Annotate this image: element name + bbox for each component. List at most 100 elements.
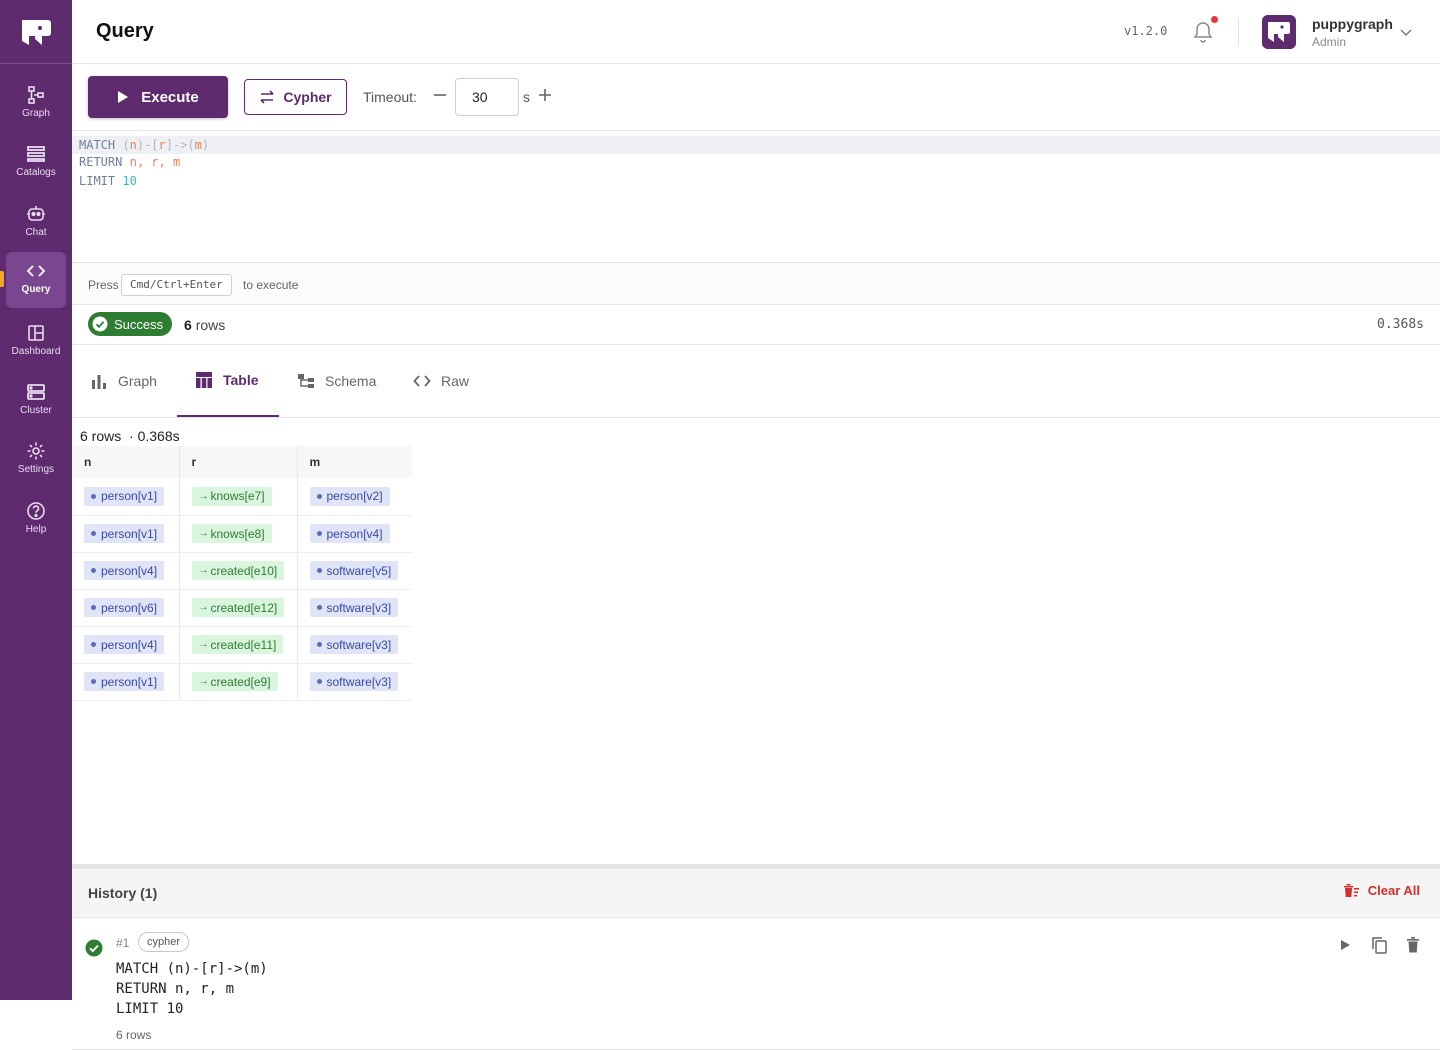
sidebar-item-help[interactable]: Help xyxy=(6,492,66,548)
edge-chip[interactable]: → created[e12] xyxy=(191,598,285,617)
node-chip[interactable]: person[v4] xyxy=(84,561,165,580)
node-chip[interactable]: software[v3] xyxy=(309,635,399,654)
history-rows-count: 6 rows xyxy=(116,1028,152,1042)
user-role: Admin xyxy=(1312,35,1347,49)
table-cell: person[v1] xyxy=(72,515,180,553)
trash-icon[interactable] xyxy=(1404,936,1422,954)
table-row[interactable]: person[v1] → knows[e8] person[v4] xyxy=(72,515,412,553)
arrow-right-icon: → xyxy=(198,565,209,576)
dashboard-icon xyxy=(28,325,44,341)
table-cell: software[v3] xyxy=(297,589,412,627)
sidebar-item-chat[interactable]: Chat xyxy=(6,195,66,251)
table-row[interactable]: person[v4] → created[e10] software[v5] xyxy=(72,552,412,590)
node-dot-icon xyxy=(316,679,322,684)
minus-icon[interactable] xyxy=(431,86,449,104)
top-header: Query v1.2.0 puppygraph Admin xyxy=(72,0,1440,64)
node-chip[interactable]: person[v1] xyxy=(84,672,165,691)
editor-line-2: RETURN n, r, m xyxy=(79,155,181,169)
language-toggle-button[interactable]: Cypher xyxy=(244,79,347,115)
node-chip[interactable]: software[v3] xyxy=(309,672,399,691)
column-header-n[interactable]: n xyxy=(72,446,180,478)
check-circle-icon xyxy=(85,939,103,957)
edge-chip[interactable]: → knows[e8] xyxy=(191,524,272,543)
node-dot-icon xyxy=(91,568,96,573)
delete-sweep-icon xyxy=(1343,884,1359,897)
node-chip[interactable]: software[v5] xyxy=(309,561,399,580)
node-dot-icon xyxy=(91,493,96,499)
node-chip[interactable]: person[v2] xyxy=(309,486,390,506)
edge-chip[interactable]: → knows[e7] xyxy=(191,486,272,506)
node-chip[interactable]: person[v6] xyxy=(84,598,165,617)
result-tabs: Graph Table Schema Raw xyxy=(72,345,1440,418)
timeout-unit: s xyxy=(523,89,530,105)
tab-table[interactable]: Table xyxy=(177,345,279,417)
clear-all-button[interactable]: Clear All xyxy=(1343,883,1420,898)
chevron-down-icon[interactable] xyxy=(1399,25,1413,39)
clear-all-label: Clear All xyxy=(1367,883,1420,898)
user-name[interactable]: puppygraph xyxy=(1312,16,1393,32)
node-dot-icon xyxy=(316,642,322,647)
chat-bot-icon xyxy=(27,206,45,221)
table-row[interactable]: person[v4] → created[e11] software[v3] xyxy=(72,626,412,664)
table-cell: person[v2] xyxy=(297,478,412,516)
node-dot-icon xyxy=(316,493,322,499)
node-chip[interactable]: person[v4] xyxy=(84,635,165,654)
sidebar: Graph Catalogs Chat Query Dashboard Clus… xyxy=(0,0,72,1000)
timeout-label: Timeout: xyxy=(363,89,417,105)
table-cell: → knows[e7] xyxy=(179,478,298,516)
sidebar-item-label: Query xyxy=(21,284,51,295)
execute-button[interactable]: Execute xyxy=(88,76,228,118)
history-title: History (1) xyxy=(88,885,158,901)
history-item[interactable]: #1 cypher MATCH (n)-[r]->(m) RETURN n, r,… xyxy=(72,918,1440,1050)
editor-line-1: MATCH (n)-[r]->(m) xyxy=(79,138,210,152)
node-dot-icon xyxy=(316,605,322,610)
table-row[interactable]: person[v1] → knows[e7] person[v2] xyxy=(72,478,412,516)
edge-chip[interactable]: → created[e11] xyxy=(191,635,284,654)
table-row[interactable]: person[v1] → created[e9] software[v3] xyxy=(72,663,412,701)
tab-schema[interactable]: Schema xyxy=(279,345,394,417)
arrow-right-icon: → xyxy=(198,490,209,502)
plus-icon[interactable] xyxy=(536,86,554,104)
node-chip[interactable]: person[v4] xyxy=(309,524,390,543)
shortcut-key: Cmd/Ctrl+Enter xyxy=(121,274,232,296)
sidebar-item-dashboard[interactable]: Dashboard xyxy=(6,314,66,370)
table-cell: → created[e11] xyxy=(179,626,298,664)
result-meta: 6 rows · 0.368s xyxy=(80,428,180,444)
tab-raw[interactable]: Raw xyxy=(395,345,487,417)
play-icon[interactable] xyxy=(1336,936,1354,954)
execution-time: 0.368s xyxy=(1377,317,1424,332)
history-header: History (1) Clear All xyxy=(72,869,1440,918)
notification-dot xyxy=(1211,16,1218,23)
sidebar-item-settings[interactable]: Settings xyxy=(6,432,66,488)
sidebar-item-graph[interactable]: Graph xyxy=(6,76,66,132)
node-chip[interactable]: person[v1] xyxy=(84,486,165,506)
sidebar-item-catalogs[interactable]: Catalogs xyxy=(6,135,66,191)
schema-icon xyxy=(298,374,314,388)
column-header-m[interactable]: m xyxy=(297,446,412,478)
table-row[interactable]: person[v6] → created[e12] software[v3] xyxy=(72,589,412,627)
table-cell: person[v6] xyxy=(72,589,180,627)
help-icon xyxy=(27,502,45,520)
timeout-input[interactable]: 30 xyxy=(455,78,519,116)
node-chip[interactable]: person[v1] xyxy=(84,524,165,543)
table-cell: software[v3] xyxy=(297,663,412,701)
edge-chip[interactable]: → created[e9] xyxy=(191,672,278,691)
copy-icon[interactable] xyxy=(1370,936,1388,954)
tab-graph[interactable]: Graph xyxy=(72,345,175,417)
status-badge: Success xyxy=(88,312,172,336)
query-editor[interactable]: MATCH (n)-[r]->(m) RETURN n, r, m LIMIT … xyxy=(72,131,1440,263)
sidebar-item-cluster[interactable]: Cluster xyxy=(6,373,66,429)
edge-chip[interactable]: → created[e10] xyxy=(191,561,285,580)
node-dot-icon xyxy=(316,531,322,536)
rows-count: 6 rows xyxy=(184,317,226,333)
bell-icon[interactable] xyxy=(1192,20,1214,44)
swap-icon xyxy=(260,90,274,104)
active-nav-marker xyxy=(0,271,4,287)
sidebar-item-query[interactable]: Query xyxy=(6,252,66,308)
column-header-r[interactable]: r xyxy=(179,446,298,478)
play-icon xyxy=(118,91,129,103)
sidebar-item-label: Graph xyxy=(22,108,50,119)
avatar[interactable] xyxy=(1262,15,1296,49)
node-chip[interactable]: software[v3] xyxy=(309,598,399,617)
puppygraph-logo[interactable] xyxy=(18,15,54,51)
